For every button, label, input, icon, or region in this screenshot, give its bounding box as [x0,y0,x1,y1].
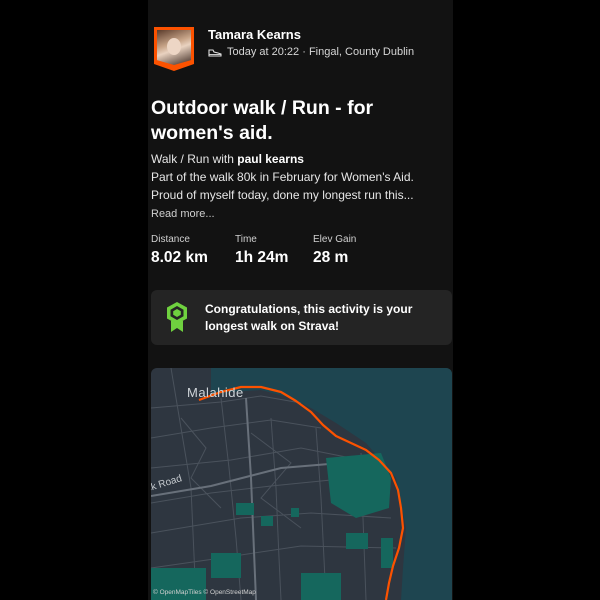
stat-value: 1h 24m [235,249,289,266]
stat-label: Time [235,234,257,245]
activity-title: Outdoor walk / Run - for women's aid. [151,97,374,144]
activity-screen: Tamara Kearns Today at 20:22 · Fingal, C… [148,0,453,600]
map-attribution[interactable]: © OpenMapTiles © OpenStreetMap [153,589,256,596]
companion-name[interactable]: paul kearns [237,152,304,166]
stat-label: Distance [151,234,190,245]
stat-distance: Distance 8.02 km [151,234,208,267]
with-prefix: Walk / Run with [151,152,238,166]
description-text: Part of the walk 80k in February for Wom… [151,170,414,202]
activity-description: Walk / Run with paul kearns Part of the … [151,150,449,204]
achievement-text: Congratulations, this activity is your l… [205,302,413,333]
route-map[interactable]: Malahide ck Road © OpenMapTiles © OpenSt… [151,368,452,600]
achievement-card[interactable]: Congratulations, this activity is your l… [151,290,452,345]
shoe-icon [208,48,222,57]
avatar[interactable] [154,27,194,71]
map-canvas [151,368,452,600]
activity-meta-text: Today at 20:22 · Fingal, County Dublin [227,46,415,58]
stat-time: Time 1h 24m [235,234,288,267]
stat-elev-gain: Elev Gain 28 m [313,234,356,267]
activity-meta: Today at 20:22 · Fingal, County Dublin [208,46,414,58]
athlete-name[interactable]: Tamara Kearns [208,27,301,42]
stat-value: 8.02 km [151,249,208,266]
stat-label: Elev Gain [313,234,357,245]
map-place-label: Malahide [187,385,244,400]
achievement-badge-icon [167,302,187,332]
stat-value: 28 m [313,249,349,266]
read-more-link[interactable]: Read more... [151,208,215,220]
